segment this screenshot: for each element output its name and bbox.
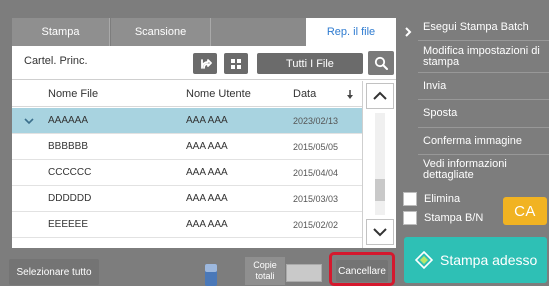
refresh-button[interactable] [193, 53, 217, 74]
search-button[interactable] [368, 51, 394, 75]
date-cell: 2015/02/02 [293, 220, 339, 230]
delete-label: Elimina [424, 193, 461, 205]
scroll-thumb[interactable] [375, 179, 385, 201]
user-name-cell: AAA AAA [186, 115, 228, 126]
file-toolbar: Cartel. Princ. Tutti I File [12, 46, 396, 80]
date-cell: 2015/03/03 [293, 194, 339, 204]
chevron-up-icon [373, 91, 387, 100]
clear-all-label: CA [514, 202, 536, 220]
copies-line-1: Copie [253, 260, 277, 270]
sort-descending-icon[interactable] [346, 90, 354, 100]
cancel-button[interactable]: Cancellare [336, 260, 388, 282]
menu-item-label: Sposta [423, 107, 458, 119]
file-name-cell: AAAAAA [48, 115, 89, 126]
search-icon [374, 56, 388, 70]
tab-print[interactable]: Stampa [12, 18, 110, 46]
tab-bar-spacer [211, 18, 306, 46]
list-scrollbar[interactable] [362, 81, 396, 248]
folder-label: Cartel. Princ. [24, 55, 88, 67]
table-row[interactable]: AAAAAA AAA AAA 2023/02/13 [12, 108, 362, 134]
file-name-cell: CCCCCC [48, 167, 92, 178]
chevron-down-icon [373, 228, 387, 237]
menu-item-view-details[interactable]: Vedi informazioni dettagliate [418, 155, 549, 185]
refresh-icon [201, 58, 212, 69]
chevron-right-icon [404, 27, 411, 37]
file-list-panel: Cartel. Princ. Tutti I File Nome File No… [12, 46, 396, 248]
checkmark-icon [24, 118, 34, 125]
user-name-cell: AAA AAA [186, 193, 228, 204]
column-header-user-name[interactable]: Nome Utente [186, 88, 251, 100]
menu-collapse-button[interactable] [398, 22, 418, 42]
scroll-track[interactable] [375, 113, 385, 215]
bw-print-option[interactable]: Stampa B/N [403, 211, 483, 225]
user-name-cell: AAA AAA [186, 167, 228, 178]
print-file-retrieval-screen: Stampa Scansione Rep. il file Cartel. Pr… [0, 0, 549, 286]
date-cell: 2015/04/04 [293, 168, 339, 178]
table-row[interactable]: DDDDDD AAA AAA 2015/03/03 [12, 186, 362, 212]
table-row[interactable]: CCCCCC AAA AAA 2015/04/04 [12, 160, 362, 186]
menu-item-move[interactable]: Sposta [418, 100, 549, 128]
file-name-cell: BBBBBB [48, 141, 89, 152]
file-filter-label: Tutti I File [286, 57, 334, 70]
menu-item-confirm-image[interactable]: Conferma immagine [418, 128, 549, 155]
menu-item-label: Modifica impostazioni di stampa [423, 44, 540, 68]
file-filter-button[interactable]: Tutti I File [257, 53, 363, 74]
menu-item-label: Esegui Stampa Batch [423, 20, 529, 33]
date-cell: 2015/05/05 [293, 142, 339, 152]
table-row[interactable]: BBBBBB AAA AAA 2015/05/05 [12, 134, 362, 160]
scroll-down-button[interactable] [366, 219, 394, 245]
bw-print-label: Stampa B/N [424, 212, 484, 224]
clear-all-button[interactable]: CA [503, 197, 547, 225]
table-row[interactable]: EEEEEE AAA AAA 2015/02/02 [12, 212, 362, 238]
file-name-cell: EEEEEE [48, 219, 89, 230]
print-now-label: Stampa adesso [440, 252, 538, 268]
user-name-cell: AAA AAA [186, 219, 228, 230]
cancel-highlight: Cancellare [329, 252, 395, 286]
start-diamond-icon [415, 251, 433, 269]
bw-print-checkbox[interactable] [403, 211, 417, 225]
date-cell: 2023/02/13 [293, 116, 339, 126]
toner-icon [205, 264, 217, 286]
menu-item-send[interactable]: Invia [418, 73, 549, 100]
delete-checkbox[interactable] [403, 192, 417, 206]
user-name-cell: AAA AAA [186, 141, 228, 152]
copies-line-2: totali [255, 271, 275, 281]
column-header-date[interactable]: Data [293, 88, 316, 100]
menu-item-batch-print[interactable]: Esegui Stampa Batch [418, 14, 549, 41]
file-table-header: Nome File Nome Utente Data [12, 81, 362, 107]
tab-document-filing[interactable]: Rep. il file [306, 18, 396, 46]
menu-item-label: Invia [423, 79, 447, 92]
delete-option[interactable]: Elimina [403, 192, 460, 206]
select-all-label: Selezionare tutto [16, 266, 92, 278]
select-all-button[interactable]: Selezionare tutto [9, 259, 99, 285]
file-name-cell: DDDDDD [48, 193, 92, 204]
total-copies-label: Copie totali [245, 257, 285, 285]
scroll-up-button[interactable] [366, 83, 394, 109]
cancel-label: Cancellare [338, 265, 386, 277]
total-copies-field [286, 264, 322, 282]
menu-item-label: Conferma immagine [423, 134, 523, 147]
print-now-button[interactable]: Stampa adesso [404, 237, 547, 283]
menu-item-label: Vedi informazioni dettagliate [423, 158, 507, 181]
column-header-file-name[interactable]: Nome File [48, 88, 98, 100]
grid-view-icon [231, 58, 241, 69]
view-toggle-button[interactable] [224, 53, 248, 74]
tab-scan[interactable]: Scansione [111, 18, 211, 46]
menu-item-change-print-settings[interactable]: Modifica impostazioni di stampa [418, 41, 549, 73]
